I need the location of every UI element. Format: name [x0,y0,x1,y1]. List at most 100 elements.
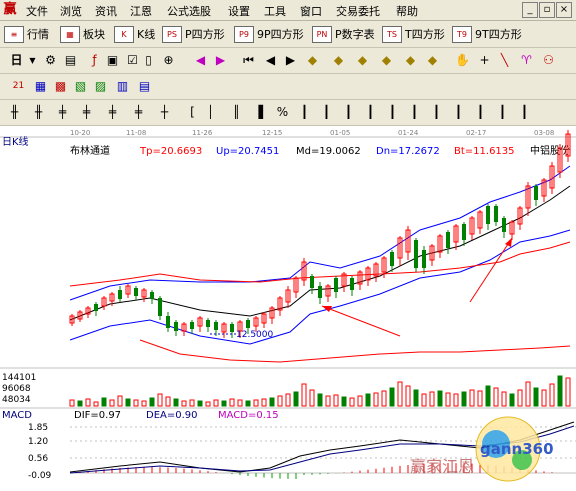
calendar-icon[interactable]: 21 [10,78,27,95]
up-value: Up=20.7451 [216,146,279,157]
close-button[interactable]: × [556,2,572,18]
document-icon[interactable]: ▤ [62,52,79,69]
diamond-up-icon[interactable]: ◆ [304,52,321,69]
cursor-icon[interactable]: ▯ [140,52,157,69]
menu-info[interactable]: 资讯 [95,3,117,19]
hand-icon[interactable]: ✋ [454,52,471,69]
dropdown-arrow-icon[interactable]: ▼ [24,52,41,69]
vertical-lines-11-icon[interactable]: ┃ [516,104,533,121]
fast-forward-icon[interactable]: ▶ [212,52,229,69]
vertical-lines-4-icon[interactable]: ┃ [362,104,379,121]
9t-square-button[interactable]: T9 9T四方形 [452,25,522,43]
vertical-lines-2-icon[interactable]: ┃ [318,104,335,121]
diamond-down-icon[interactable]: ◆ [330,52,347,69]
line-chart-icon[interactable]: ┼ [156,104,173,121]
vertical-lines-icon[interactable]: ┃ [296,104,313,121]
chart-scale-icon[interactable]: ▥ [114,78,131,95]
menu-tools[interactable]: 工具 [264,3,286,19]
volume-bar [141,400,147,407]
zoom-in-icon[interactable]: ⊕ [160,52,177,69]
vertical-lines-5-icon[interactable]: ┃ [384,104,401,121]
period-label: 日K线 [2,135,29,148]
t-square-button[interactable]: TS T四方形 [382,25,445,43]
p-number-table-button[interactable]: PN P数字表 [312,25,375,43]
diamond-right-icon[interactable]: ◆ [378,52,395,69]
formula-icon[interactable]: ƒ [86,52,103,69]
quotes-button[interactable]: ≡ 行情 [4,25,49,43]
gear-icon[interactable]: ⚙ [42,52,59,69]
column-2-icon[interactable]: ║ [228,104,245,121]
export-icon[interactable]: ▧ [72,78,89,95]
diamond-out-icon[interactable]: ◆ [424,52,441,69]
diamond-left-icon[interactable]: ◆ [354,52,371,69]
volume-bar [189,399,195,407]
volume-bar [269,397,275,407]
volume-bar [213,399,219,407]
volume-bar [253,399,259,407]
p-square-button[interactable]: PS P四方形 [162,25,225,43]
tp-value: Tp=20.6693 [139,146,202,157]
fast-back-icon[interactable]: ◀ [192,52,209,69]
volume-bar [461,391,467,407]
crosshair-icon[interactable]: + [476,52,493,69]
people-icon[interactable]: ⚇ [540,52,557,69]
sector-button[interactable]: ▦ 板块 [60,25,105,43]
vertical-lines-9-icon[interactable]: ┃ [472,104,489,121]
kline-chart[interactable]: 10-20 11-08 11-26 12-15 01-05 01-24 02-1… [0,126,576,487]
menu-view[interactable]: 浏览 [60,3,82,19]
bar-icon[interactable]: ▐ [250,104,267,121]
9p-square-button[interactable]: P9 9P四方形 [234,25,304,43]
bar-chart-2-icon[interactable]: ╫ [30,104,47,121]
column-icon[interactable]: │ [202,104,219,121]
candle-2-icon[interactable]: ╪ [78,104,95,121]
dif-value: DIF=0.97 [74,410,121,421]
save-icon[interactable]: ▣ [104,52,121,69]
menu-formula[interactable]: 公式选股 [167,3,211,19]
ohlc-icon[interactable]: ╪ [104,104,121,121]
chart-fit-icon[interactable]: ▤ [136,78,153,95]
period-day-icon[interactable]: 日 [8,52,25,69]
import-icon[interactable]: ▨ [92,78,109,95]
volume-bar [85,398,91,407]
checklist-icon[interactable]: ☑ [124,52,141,69]
volume-bar [493,387,499,407]
volume-bar [389,387,395,407]
volume-tick: 144101 [2,373,36,383]
bt-value: Bt=11.6135 [454,146,515,157]
volume-bar [325,395,331,407]
vertical-lines-8-icon[interactable]: ┃ [450,104,467,121]
bracket-icon[interactable]: [ [184,104,201,121]
vertical-lines-6-icon[interactable]: ┃ [406,104,423,121]
candle-icon[interactable]: ╪ [54,104,71,121]
prev-icon[interactable]: ◀ [262,52,279,69]
vertical-lines-10-icon[interactable]: ┃ [494,104,511,121]
menu-window[interactable]: 窗口 [300,3,322,19]
vertical-lines-3-icon[interactable]: ┃ [340,104,357,121]
next-icon[interactable]: ▶ [282,52,299,69]
macd-title: MACD [2,410,32,421]
grid-toggle-icon[interactable]: ▩ [52,78,69,95]
ohlc-2-icon[interactable]: ╪ [130,104,147,121]
chart-area[interactable]: 10-20 11-08 11-26 12-15 01-05 01-24 02-1… [0,126,576,487]
first-icon[interactable]: ⏮ [240,52,257,69]
menu-help[interactable]: 帮助 [396,3,418,19]
menu-settings[interactable]: 设置 [228,3,250,19]
vertical-lines-7-icon[interactable]: ┃ [428,104,445,121]
menu-trade[interactable]: 交易委托 [336,3,380,19]
volume-bar [453,393,459,407]
volume-bar [541,389,547,407]
menu-file[interactable]: 文件 [26,3,48,19]
kline-button[interactable]: K K线 [114,25,155,43]
minimize-button[interactable]: _ [522,2,538,18]
date-label: 11-08 [126,129,146,137]
menu-gann[interactable]: 江恩 [130,3,152,19]
diamond-in-icon[interactable]: ◆ [402,52,419,69]
bar-chart-icon[interactable]: ╫ [6,104,23,121]
pattern-icon[interactable]: ♈ [518,52,535,69]
table-icon[interactable]: ▦ [32,78,49,95]
percent-icon[interactable]: % [274,104,291,121]
restore-button[interactable]: ▫ [539,2,555,18]
volume-bar [429,391,435,407]
volume-bar [157,393,163,407]
trend-line-icon[interactable]: ╲ [496,52,513,69]
